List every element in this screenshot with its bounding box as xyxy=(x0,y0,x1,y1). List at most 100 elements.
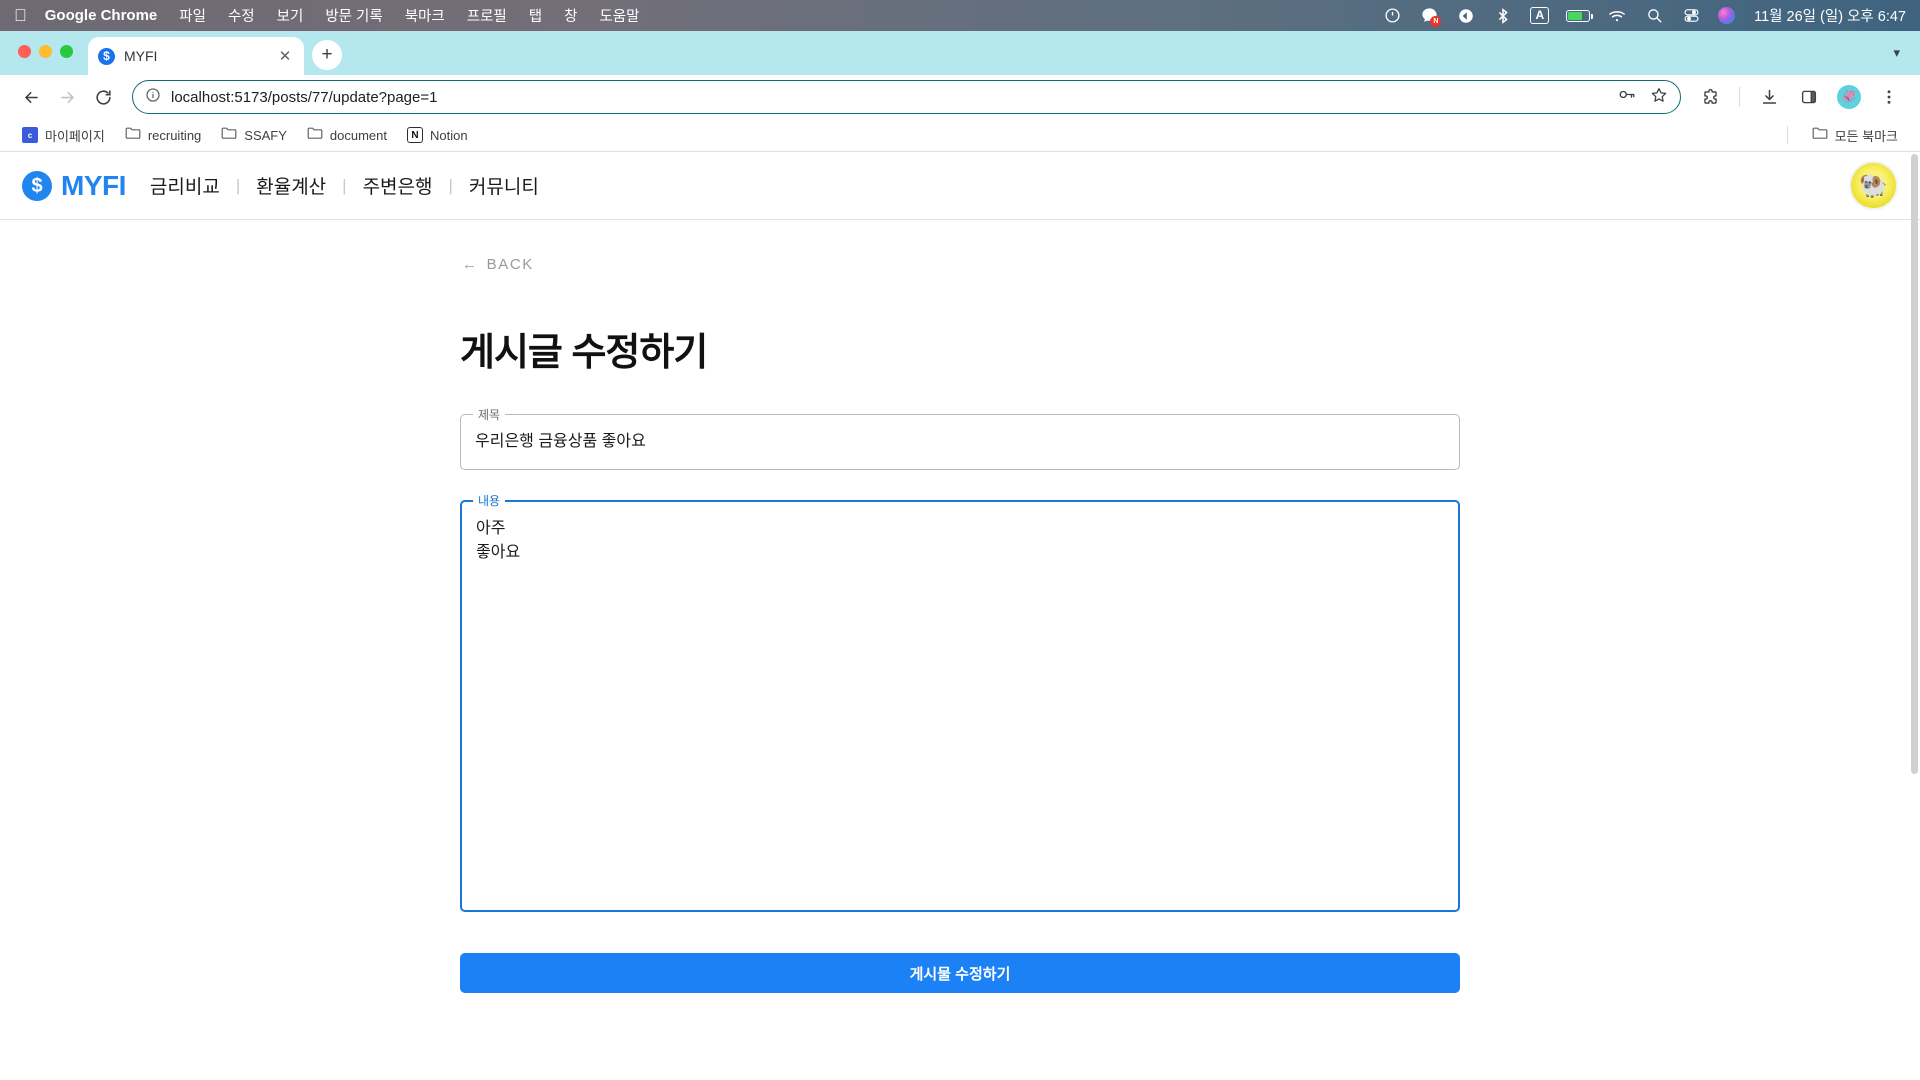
bookmark-item-notion[interactable]: N Notion xyxy=(399,123,476,147)
all-bookmarks-label: 모든 북마크 xyxy=(1834,128,1898,144)
input-source-icon[interactable]: A xyxy=(1530,7,1550,24)
forward-arrow-icon xyxy=(50,80,84,114)
page-scrollbar[interactable] xyxy=(1909,152,1920,1080)
profile-avatar-icon[interactable]: 🦑 xyxy=(1832,80,1866,114)
side-panel-icon[interactable] xyxy=(1792,80,1826,114)
menu-item-profiles[interactable]: 프로필 xyxy=(467,5,507,26)
folder-icon xyxy=(125,126,141,145)
content-field-group: 내용 아주 좋아요 xyxy=(460,492,1460,917)
bookmark-item-ssafy[interactable]: SSAFY xyxy=(213,122,295,149)
nav-item-exchange-calc[interactable]: 환율계산 xyxy=(254,172,328,199)
reload-icon[interactable] xyxy=(86,80,120,114)
site-header: $ MYFI 금리비교 | 환율계산 | 주변은행 | 커뮤니티 🐏 xyxy=(0,152,1920,220)
key-icon[interactable] xyxy=(1618,87,1636,107)
window-traffic-lights xyxy=(18,45,73,58)
chevron-down-icon[interactable]: ▾ xyxy=(1893,45,1900,61)
menu-item-tab[interactable]: 탭 xyxy=(529,5,542,26)
nav-item-community[interactable]: 커뮤니티 xyxy=(467,172,541,199)
macos-menu-bar:  Google Chrome 파일 수정 보기 방문 기록 북마크 프로필 탭… xyxy=(0,0,1920,31)
download-icon[interactable] xyxy=(1752,80,1786,114)
apple-icon[interactable]:  xyxy=(14,7,27,24)
bluetooth-icon[interactable] xyxy=(1493,6,1513,26)
rectangle-icon[interactable] xyxy=(1456,6,1476,26)
all-bookmarks-button[interactable]: 모든 북마크 xyxy=(1804,122,1906,149)
folder-icon xyxy=(307,126,323,145)
logo-dollar-icon: $ xyxy=(22,170,52,201)
menu-item-help[interactable]: 도움말 xyxy=(599,5,639,26)
menu-item-file[interactable]: 파일 xyxy=(179,5,206,26)
bookmark-label: Notion xyxy=(430,127,468,143)
page-title: 게시글 수정하기 xyxy=(460,332,708,374)
bookmark-label: 마이페이지 xyxy=(45,128,105,144)
minimize-window-button[interactable] xyxy=(39,45,52,58)
menu-item-view[interactable]: 보기 xyxy=(277,5,304,26)
bookmark-item-mypage[interactable]: c 마이페이지 xyxy=(14,122,113,149)
spotlight-search-icon[interactable] xyxy=(1644,6,1664,26)
user-avatar[interactable]: 🐏 xyxy=(1849,161,1898,210)
three-dots-menu-icon[interactable] xyxy=(1872,80,1906,114)
menu-item-window[interactable]: 창 xyxy=(564,5,577,26)
nav-item-rate-compare[interactable]: 금리비교 xyxy=(148,172,222,199)
battery-icon[interactable] xyxy=(1566,9,1593,22)
menu-item-history[interactable]: 방문 기록 xyxy=(325,5,382,26)
submit-edit-post-button[interactable]: 게시물 수정하기 xyxy=(460,953,1460,993)
toolbar-separator xyxy=(1739,87,1740,107)
back-link[interactable]: ← BACK xyxy=(462,256,534,273)
header-avatar-wrap: 🐏 xyxy=(1849,161,1898,210)
close-icon[interactable]: ✕ xyxy=(276,47,294,65)
scrollbar-thumb[interactable] xyxy=(1911,154,1918,774)
content-textarea[interactable]: 아주 좋아요 xyxy=(460,500,1460,912)
bookmark-label: SSAFY xyxy=(244,127,287,143)
menu-item-edit[interactable]: 수정 xyxy=(228,5,255,26)
star-icon[interactable] xyxy=(1650,86,1668,109)
bookmark-item-document[interactable]: document xyxy=(299,122,395,149)
browser-tab-strip: $ MYFI ✕ + ▾ xyxy=(0,31,1920,75)
puzzle-icon[interactable] xyxy=(1693,80,1727,114)
browser-tab[interactable]: $ MYFI ✕ xyxy=(88,37,304,75)
folder-icon xyxy=(221,126,237,145)
page-viewport: $ MYFI 금리비교 | 환율계산 | 주변은행 | 커뮤니티 🐏 ← BAC… xyxy=(0,152,1920,1080)
new-tab-button[interactable]: + xyxy=(312,40,342,70)
menubar-tray: N A 11월 26일 (일) 오후 6:47 xyxy=(1382,5,1906,27)
nav-item-nearby-banks[interactable]: 주변은행 xyxy=(361,172,435,199)
edit-post-form: ← BACK 게시글 수정하기 제목 내용 아주 좋아요 게시물 수정하기 xyxy=(460,256,1460,993)
omnibox-actions xyxy=(1618,86,1668,109)
title-field-group: 제목 xyxy=(460,406,1460,470)
back-arrow-icon: ← xyxy=(462,256,479,273)
back-arrow-icon[interactable] xyxy=(14,80,48,114)
browser-toolbar: localhost:5173/posts/77/update?page=1 🦑 xyxy=(0,75,1920,119)
bookmarks-divider xyxy=(1786,126,1788,144)
messages-icon[interactable]: N xyxy=(1419,6,1442,27)
control-center-icon[interactable] xyxy=(1681,6,1701,26)
menu-item-bookmarks[interactable]: 북마크 xyxy=(405,5,445,26)
address-bar[interactable]: localhost:5173/posts/77/update?page=1 xyxy=(132,80,1681,114)
menu-app-name[interactable]: Google Chrome xyxy=(45,7,158,24)
url-text: localhost:5173/posts/77/update?page=1 xyxy=(171,88,438,106)
bookmarks-bar-right: 모든 북마크 xyxy=(1786,122,1906,149)
close-window-button[interactable] xyxy=(18,45,31,58)
page-content: ← BACK 게시글 수정하기 제목 내용 아주 좋아요 게시물 수정하기 xyxy=(0,220,1920,993)
tab-title: MYFI xyxy=(124,48,158,64)
title-input[interactable] xyxy=(460,414,1460,470)
siri-icon[interactable] xyxy=(1718,7,1736,24)
notion-icon: N xyxy=(407,127,423,143)
toolbar-right-actions: 🦑 xyxy=(1693,80,1906,114)
menubar-clock[interactable]: 11월 26일 (일) 오후 6:47 xyxy=(1754,5,1906,26)
tab-favicon: $ xyxy=(98,47,115,65)
wifi-icon[interactable] xyxy=(1607,6,1627,26)
site-logo[interactable]: $ MYFI xyxy=(22,170,126,202)
bookmark-item-recruiting[interactable]: recruiting xyxy=(117,122,209,149)
timer-icon[interactable] xyxy=(1382,6,1402,26)
info-circle-icon[interactable] xyxy=(145,87,161,108)
logo-text: MYFI xyxy=(61,169,126,201)
folder-icon xyxy=(1812,126,1828,145)
nav-separator: | xyxy=(342,175,347,195)
maximize-window-button[interactable] xyxy=(60,45,73,58)
custom-favicon: c xyxy=(22,127,38,143)
title-field-legend: 제목 xyxy=(473,406,506,423)
content-field-legend: 내용 xyxy=(473,492,506,509)
back-label: BACK xyxy=(486,256,534,273)
profile-avatar: 🦑 xyxy=(1837,85,1861,109)
bookmark-label: recruiting xyxy=(147,127,202,143)
messages-badge: N xyxy=(1430,15,1442,27)
